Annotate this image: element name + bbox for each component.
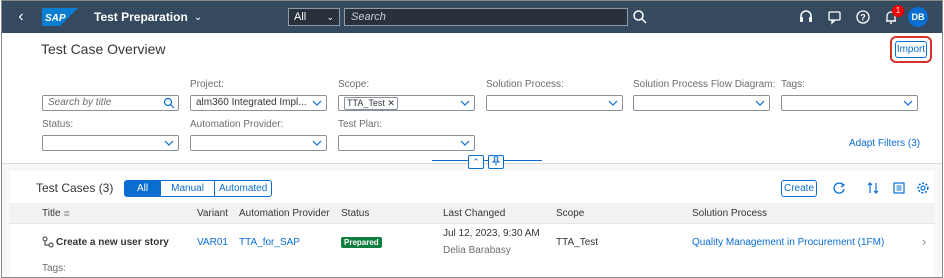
solution-process-label: Solution Process: [486, 79, 564, 90]
scope-token-label: TTA_Test [347, 98, 385, 108]
pin-header-button[interactable] [488, 155, 504, 169]
project-label: Project: [190, 79, 224, 90]
shell-search-input[interactable]: Search [344, 8, 628, 26]
import-button[interactable]: Import [895, 41, 927, 58]
scope-token[interactable]: TTA_Test ✕ [344, 97, 398, 110]
automation-provider-select[interactable] [190, 135, 327, 151]
row-last-changed-by: Delia Barabasy [443, 245, 511, 256]
column-header-title[interactable]: Title ≣ [42, 208, 70, 219]
shell-bar: ‹ SAP Test Preparation ⌄ All ⌄ Search ? … [2, 1, 942, 33]
scope-multiinput[interactable]: TTA_Test ✕ [338, 95, 475, 111]
sap-logo: SAP [42, 8, 78, 26]
headset-icon[interactable] [798, 9, 814, 25]
project-select[interactable]: alm360 Integrated Impl... [190, 95, 327, 111]
tags-select[interactable] [781, 95, 918, 111]
row-scope: TTA_Test [556, 237, 599, 248]
status-badge: Prepared [341, 237, 382, 248]
title-search-input[interactable]: Search by title [42, 95, 179, 111]
pin-icon [491, 156, 501, 166]
chevron-down-icon [312, 100, 322, 106]
filter-header: Test Case Overview Import Project: Scope… [2, 33, 942, 169]
notification-badge: 1 [892, 5, 904, 17]
create-button[interactable]: Create [781, 180, 817, 197]
chevron-down-icon [460, 100, 470, 106]
segment-all[interactable]: All [124, 180, 162, 197]
back-icon[interactable]: ‹ [12, 8, 30, 26]
search-icon[interactable] [632, 9, 648, 25]
row-last-changed-date: Jul 12, 2023, 9:30 AM [443, 228, 540, 239]
table-title: Test Cases (3) [36, 181, 114, 195]
import-highlight: Import [890, 36, 932, 63]
collapse-header-button[interactable]: ⌃ [468, 155, 484, 169]
chevron-down-icon [312, 140, 322, 146]
app-title-menu[interactable]: Test Preparation ⌄ [94, 10, 202, 24]
row-solution-process-link[interactable]: Quality Management in Procurement (1FM) [692, 237, 884, 248]
flow-diagram-select[interactable] [633, 95, 770, 111]
row-variant-link[interactable]: VAR01 [197, 237, 228, 248]
scope-label: Scope: [338, 79, 370, 90]
type-segmented-button: All Manual Automated [124, 180, 273, 197]
sort-icon[interactable] [866, 181, 880, 195]
row-tags-label: Tags: [42, 263, 66, 274]
segment-manual[interactable]: Manual [161, 180, 215, 197]
app-title: Test Preparation [94, 10, 188, 24]
test-cases-panel: Test Cases (3) All Manual Automated Crea… [10, 171, 934, 277]
refresh-icon[interactable] [832, 181, 846, 195]
header-divider [432, 160, 542, 161]
search-placeholder: Search by title [48, 97, 112, 108]
row-title: Create a new user story [56, 237, 169, 248]
app-window: ‹ SAP Test Preparation ⌄ All ⌄ Search ? … [1, 0, 943, 278]
page-title: Test Case Overview [41, 41, 166, 57]
tags-label: Tags: [781, 79, 805, 90]
column-title-label: Title [42, 208, 61, 219]
help-icon[interactable]: ? [855, 9, 871, 25]
chevron-down-icon: ⌄ [193, 11, 203, 23]
segment-automated[interactable]: Automated [214, 180, 273, 197]
search-scope-select[interactable]: All ⌄ [288, 8, 340, 26]
test-plan-label: Test Plan: [338, 119, 382, 130]
column-header-solution-process[interactable]: Solution Process [692, 208, 767, 219]
svg-text:?: ? [860, 13, 866, 23]
solution-process-select[interactable] [486, 95, 623, 111]
column-header-scope[interactable]: Scope [556, 208, 584, 219]
status-select[interactable] [42, 135, 179, 151]
row-automation-provider-link[interactable]: TTA_for_SAP [239, 237, 300, 248]
chevron-down-icon [460, 140, 470, 146]
flow-diagram-label: Solution Process Flow Diagram: [633, 79, 776, 90]
chevron-down-icon [164, 140, 174, 146]
automation-provider-label: Automation Provider: [190, 119, 284, 130]
feedback-icon[interactable] [827, 9, 843, 25]
gear-icon[interactable] [916, 181, 930, 195]
column-header-last-changed[interactable]: Last Changed [443, 208, 505, 219]
column-header-automation-provider[interactable]: Automation Provider [239, 208, 330, 219]
search-scope-value: All [294, 11, 307, 23]
chevron-down-icon [755, 100, 765, 106]
columns-icon[interactable] [892, 181, 906, 195]
test-case-icon [42, 236, 54, 248]
column-header-status[interactable]: Status [341, 208, 369, 219]
search-icon[interactable] [163, 97, 175, 109]
chevron-right-icon[interactable]: › [922, 234, 926, 249]
project-value: alm360 Integrated Impl... [196, 97, 307, 108]
chevron-down-icon [608, 100, 618, 106]
close-icon[interactable]: ✕ [387, 98, 395, 108]
test-plan-select[interactable] [338, 135, 475, 151]
status-label: Status: [42, 119, 74, 130]
table-header: Title ≣ Variant Automation Provider Stat… [10, 203, 934, 224]
user-avatar[interactable]: DB [908, 7, 928, 27]
chevron-down-icon [903, 100, 913, 106]
sort-ascending-icon: ≣ [63, 209, 71, 218]
chevron-down-icon: ⌄ [326, 11, 334, 22]
column-header-variant[interactable]: Variant [197, 208, 228, 219]
svg-text:SAP: SAP [45, 13, 66, 24]
adapt-filters-link[interactable]: Adapt Filters (3) [849, 138, 920, 149]
